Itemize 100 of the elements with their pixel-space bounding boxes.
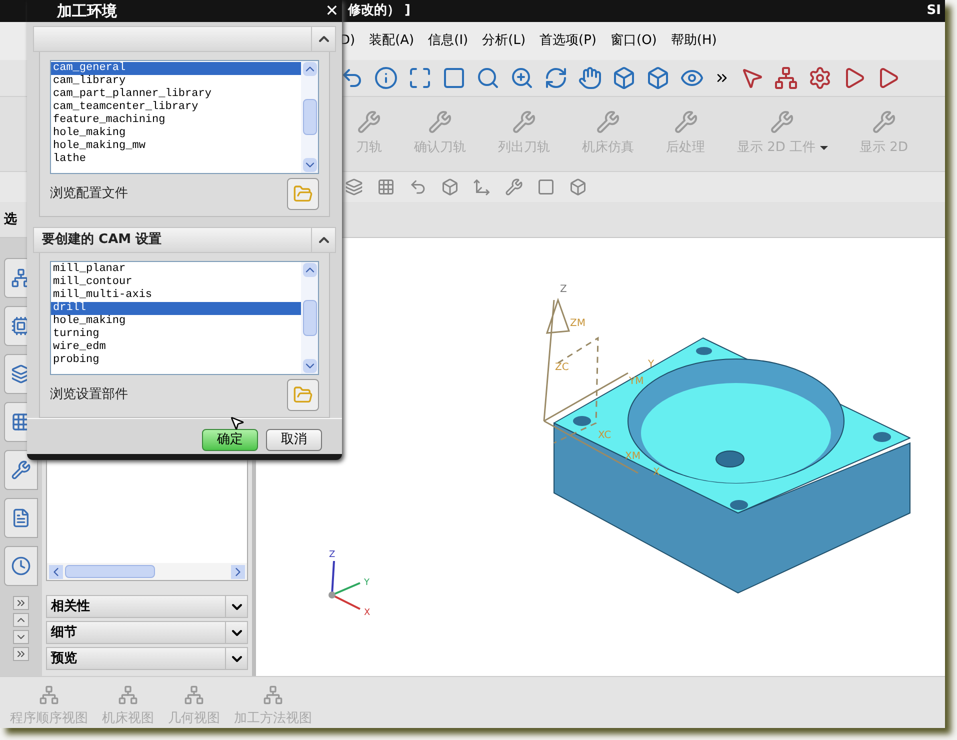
list-item[interactable]: turning (51, 328, 301, 341)
scrollbar[interactable] (301, 262, 318, 374)
scroll-right-icon[interactable] (231, 564, 245, 578)
tool-icon (770, 110, 794, 134)
list-item[interactable]: cam_part_planner_library (51, 88, 301, 101)
undo-icon[interactable] (409, 178, 427, 196)
axis-label: Y (648, 359, 654, 370)
list-item[interactable]: feature_machining (51, 114, 301, 127)
menu-item[interactable]: 信息(I) (428, 31, 468, 51)
scroll-thumb[interactable] (302, 300, 316, 336)
resource-tab[interactable] (4, 450, 38, 490)
info-icon[interactable] (374, 66, 398, 90)
gear-icon[interactable] (808, 66, 832, 90)
nav-button[interactable] (13, 630, 29, 644)
double-chevron-icon (15, 597, 27, 609)
scroll-thumb[interactable] (302, 99, 316, 135)
selection-label: 选 (4, 210, 17, 229)
list-item[interactable]: cam_teamcenter_library (51, 101, 301, 114)
folder-button[interactable] (287, 379, 319, 411)
list-item[interactable]: drill (51, 302, 301, 315)
tree-icon (184, 684, 204, 704)
tool-icon (872, 110, 896, 134)
pan-hand-icon[interactable] (578, 66, 602, 90)
tool-icon (596, 110, 620, 134)
dropdown-caret-icon (820, 146, 828, 150)
list-item[interactable]: mill_multi-axis (51, 289, 301, 302)
scrollbar[interactable] (301, 61, 318, 173)
tree-icon (263, 684, 283, 704)
tree-icon (118, 684, 138, 704)
section-title: 要创建的 CAM 设置 (42, 231, 162, 250)
clock-icon (11, 556, 31, 576)
menu-item[interactable]: 装配(A) (369, 31, 414, 51)
nav-button[interactable] (13, 613, 29, 627)
tool-icon (357, 110, 381, 134)
scroll-thumb[interactable] (65, 565, 155, 578)
list-item[interactable]: cam_general (51, 62, 301, 75)
menu-item[interactable]: 首选项(P) (540, 31, 596, 51)
cube-icon[interactable] (441, 178, 459, 196)
axis-label: Z (560, 284, 567, 295)
panel-section-header[interactable]: 相关性 (46, 595, 248, 618)
menu-item[interactable]: 分析(L) (482, 31, 526, 51)
panel-section-header[interactable]: 预览 (46, 647, 248, 670)
cube-icon[interactable] (569, 178, 587, 196)
section-header[interactable]: 要创建的 CAM 设置 (33, 227, 336, 253)
document-icon (11, 508, 31, 528)
dialog-button[interactable]: 取消 (266, 429, 322, 451)
rotate-icon[interactable] (544, 66, 568, 90)
dialog-title: 加工环境 (57, 0, 117, 22)
browse-label: 浏览配置文件 (50, 185, 128, 204)
nav-button[interactable] (13, 596, 29, 610)
close-button[interactable]: ✕ (322, 1, 342, 21)
cube-icon[interactable] (612, 66, 636, 90)
axis-label: YM (629, 376, 644, 387)
window-title-fragment: SI (926, 2, 941, 20)
zoom-window-icon[interactable] (476, 66, 500, 90)
move-icon[interactable] (473, 178, 491, 196)
zoom-icon[interactable] (510, 66, 534, 90)
folder-icon (293, 184, 313, 204)
browse-label: 浏览设置部件 (50, 386, 128, 404)
menu-item[interactable]: 帮助(H) (670, 31, 717, 51)
panel-section-header[interactable]: 细节 (46, 621, 248, 644)
dialog-button[interactable]: 确定 (202, 429, 258, 451)
axis-label: XC (598, 430, 612, 441)
nav-button[interactable] (13, 647, 29, 661)
list-item[interactable]: probing (51, 354, 301, 367)
list-item[interactable]: mill_planar (51, 263, 301, 276)
network-icon[interactable] (774, 66, 798, 90)
list-item[interactable]: lathe (51, 153, 301, 166)
list-item[interactable]: wire_edm (51, 341, 301, 354)
horizontal-scrollbar[interactable] (47, 563, 247, 580)
list-item[interactable]: hole_making (51, 127, 301, 140)
fit-view-icon[interactable] (408, 66, 432, 90)
axis-label: X (653, 467, 660, 478)
frame-icon[interactable] (442, 66, 466, 90)
grid-icon[interactable] (377, 178, 395, 196)
wrench-icon (11, 460, 31, 480)
layers-icon[interactable] (345, 178, 363, 196)
tree-icon (39, 684, 59, 704)
scroll-up-icon[interactable] (302, 62, 316, 76)
folder-icon (293, 385, 313, 405)
tool-icon (674, 110, 698, 134)
tool-icon (428, 110, 452, 134)
scroll-left-icon[interactable] (49, 564, 63, 578)
scroll-down-icon[interactable] (302, 158, 316, 172)
window-title: 修改的） ] (348, 2, 410, 20)
list-item[interactable]: mill_contour (51, 276, 301, 289)
list-item[interactable]: hole_making_mw (51, 140, 301, 153)
folder-button[interactable] (287, 178, 319, 210)
scroll-down-icon[interactable] (302, 359, 316, 373)
cube-icon[interactable] (646, 66, 670, 90)
wrench-icon[interactable] (505, 178, 523, 196)
list-item[interactable]: hole_making (51, 315, 301, 328)
menu-item[interactable]: 窗口(O) (610, 31, 657, 51)
undo-icon[interactable] (340, 66, 364, 90)
axis-triad-drawing: Z Y X (326, 543, 386, 618)
axis-label: ZC (555, 362, 569, 373)
scroll-up-icon[interactable] (302, 263, 316, 277)
selection-box-icon[interactable] (537, 178, 555, 196)
list-item[interactable]: cam_library (51, 75, 301, 88)
axis-label: XM (625, 451, 640, 462)
